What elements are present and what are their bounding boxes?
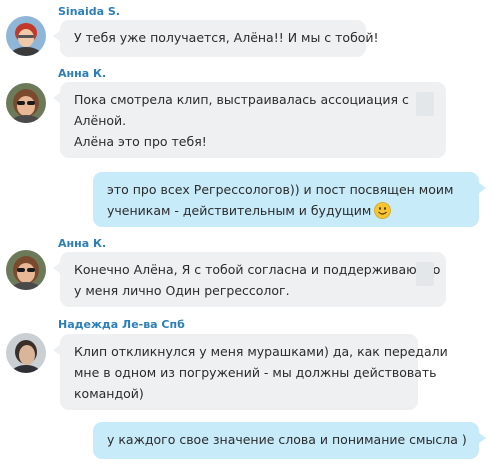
message-bubble: Конечно Алёна, Я с тобой согласна и подд… — [53, 252, 446, 307]
message-text: у меня лично Один регрессолог. — [74, 283, 290, 298]
message-text-line: ученикам - действительным и будущим — [107, 200, 465, 221]
avatar[interactable] — [6, 250, 46, 290]
message-bubble: У тебя уже получается, Алёна!! И мы с то… — [53, 20, 379, 57]
message-bubble: у каждого свое значение слова и понимани… — [93, 422, 486, 459]
avatar[interactable] — [6, 83, 46, 123]
message-bubble: Клип откликнулся у меня мурашками) да, к… — [53, 334, 448, 410]
message-bubble: Пока смотрела клип, выстраивалась ассоци… — [53, 82, 446, 158]
message-status-icon — [416, 262, 434, 286]
avatar-sinaida-image — [6, 16, 46, 56]
message-text: мне в одном из погружений - мы должны де… — [74, 365, 437, 380]
avatar-anna-image — [6, 250, 46, 290]
sender-name[interactable]: Sinaida S. — [58, 5, 120, 18]
avatar[interactable] — [6, 333, 46, 373]
message-text: командой) — [74, 386, 144, 401]
sender-name[interactable]: Надежда Ле-ва Спб — [58, 318, 185, 331]
message-text: Алёной. — [74, 113, 127, 128]
message-text: Клип откликнулся у меня мурашками) да, к… — [74, 344, 448, 359]
sender-name[interactable]: Анна К. — [58, 237, 106, 250]
message-bubble: это про всех Регрессологов)) и пост посв… — [93, 172, 486, 227]
avatar-nadezhda-image — [6, 333, 46, 373]
smiley-icon — [374, 202, 392, 219]
message-text: Конечно Алёна, Я с тобой согласна и подд… — [74, 262, 441, 277]
avatar-anna-image — [6, 83, 46, 123]
message-text: это про всех Регрессологов)) и пост посв… — [107, 182, 454, 197]
message-text: у каждого свое значение слова и понимани… — [107, 432, 467, 447]
message-text: Пока смотрела клип, выстраивалась ассоци… — [74, 92, 409, 107]
message-text: ученикам - действительным и будущим — [107, 203, 372, 218]
avatar[interactable] — [6, 16, 46, 56]
message-status-icon — [416, 92, 434, 116]
message-text: Алёна это про тебя! — [74, 134, 207, 149]
sender-name[interactable]: Анна К. — [58, 67, 106, 80]
message-text: У тебя уже получается, Алёна!! И мы с то… — [74, 30, 379, 45]
